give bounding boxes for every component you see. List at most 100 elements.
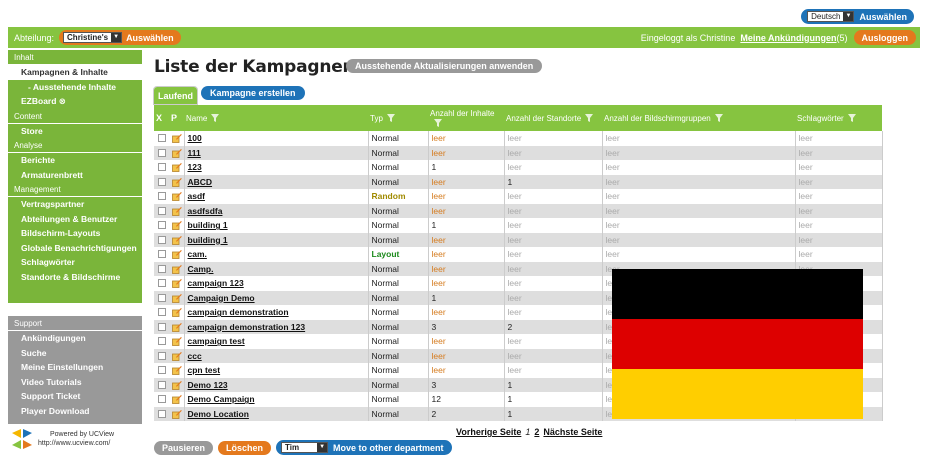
apply-pending-updates-button[interactable]: Ausstehende Aktualisierungen anwenden (346, 59, 543, 73)
col-header-contents[interactable]: Anzahl der Inhalte (428, 105, 504, 131)
edit-icon[interactable] (172, 365, 182, 376)
language-select[interactable]: Deutsch ▼ (807, 11, 855, 22)
edit-icon[interactable] (172, 220, 182, 231)
edit-icon[interactable] (172, 307, 182, 318)
logout-button[interactable]: Ausloggen (853, 30, 916, 45)
filter-icon[interactable] (585, 114, 594, 123)
campaign-name-link[interactable]: campaign demonstration (188, 307, 289, 317)
col-header-type[interactable]: Typ (368, 105, 428, 131)
delete-checkbox[interactable] (157, 221, 166, 230)
sidebar-item-store[interactable]: Store (8, 124, 142, 139)
delete-checkbox[interactable] (157, 279, 166, 288)
edit-icon[interactable] (172, 162, 182, 173)
col-header-name[interactable]: Name (184, 105, 368, 131)
prev-page-link[interactable]: Vorherige Seite (456, 427, 521, 437)
delete-checkbox[interactable] (157, 134, 166, 143)
delete-checkbox[interactable] (157, 380, 166, 389)
delete-checkbox[interactable] (157, 192, 166, 201)
edit-icon[interactable] (172, 351, 182, 361)
department-apply-button[interactable]: Auswählen (126, 33, 174, 43)
campaign-name-link[interactable]: Campaign Demo (188, 293, 255, 303)
language-apply-button[interactable]: Auswählen (859, 12, 907, 22)
page-2-link[interactable]: 2 (534, 427, 539, 437)
edit-icon[interactable] (172, 278, 182, 289)
campaign-name-link[interactable]: campaign test (188, 336, 245, 346)
campaign-name-link[interactable]: building 1 (188, 235, 228, 245)
campaign-name-link[interactable]: asdf (188, 191, 205, 201)
campaign-name-link[interactable]: cpn test (188, 365, 221, 375)
edit-icon[interactable] (172, 206, 182, 216)
edit-icon[interactable] (172, 322, 182, 332)
pause-button[interactable]: Pausieren (154, 440, 214, 455)
campaign-name-link[interactable]: ABCD (188, 177, 213, 187)
delete-checkbox[interactable] (157, 308, 166, 317)
campaign-name-link[interactable]: building 1 (188, 220, 228, 230)
delete-checkbox[interactable] (157, 293, 166, 302)
campaign-name-link[interactable]: Demo Location (188, 409, 249, 419)
support-item-announcements[interactable]: Ankündigungen (8, 331, 142, 346)
support-item-player-download[interactable]: Player Download (8, 404, 142, 419)
create-campaign-button[interactable]: Kampagne erstellen (201, 86, 305, 100)
campaign-name-link[interactable]: asdfsdfa (188, 206, 223, 216)
campaign-name-link[interactable]: 111 (188, 148, 201, 158)
edit-icon[interactable] (172, 235, 182, 245)
filter-icon[interactable] (847, 114, 856, 123)
campaign-name-link[interactable]: Demo Campaign (188, 394, 255, 404)
move-department-button[interactable]: Move to other department (333, 443, 444, 453)
delete-checkbox[interactable] (157, 366, 166, 375)
sidebar-item-reports[interactable]: Berichte (8, 153, 142, 168)
campaign-name-link[interactable]: campaign demonstration 123 (188, 322, 306, 332)
edit-icon[interactable] (172, 249, 182, 260)
sidebar-item-pending[interactable]: - Ausstehende Inhalte (8, 80, 142, 95)
campaign-name-link[interactable]: cam. (188, 249, 207, 259)
move-department-select[interactable]: Tim ▼ (281, 442, 329, 453)
campaign-name-link[interactable]: 100 (188, 133, 202, 143)
col-header-screen-groups[interactable]: Anzahl der Bildschirmgruppen (602, 105, 795, 131)
delete-button[interactable]: Löschen (218, 440, 272, 455)
col-header-locations[interactable]: Anzahl der Standorte (504, 105, 602, 131)
delete-checkbox[interactable] (157, 409, 166, 418)
sidebar-item-campaigns[interactable]: Kampagnen & Inhalte (8, 65, 142, 80)
delete-checkbox[interactable] (157, 264, 166, 273)
edit-icon[interactable] (172, 394, 182, 405)
delete-checkbox[interactable] (157, 235, 166, 244)
delete-checkbox[interactable] (157, 322, 166, 331)
col-header-tags[interactable]: Schlagwörter (795, 105, 882, 131)
campaign-name-link[interactable]: 123 (188, 162, 202, 172)
delete-checkbox[interactable] (157, 206, 166, 215)
sidebar-item-notifications[interactable]: Globale Benachrichtigungen (8, 241, 142, 256)
delete-checkbox[interactable] (157, 395, 166, 404)
sidebar-item-partners[interactable]: Vertragspartner (8, 197, 142, 212)
campaign-name-link[interactable]: Camp. (188, 264, 214, 274)
support-item-settings[interactable]: Meine Einstellungen (8, 360, 142, 375)
support-item-search[interactable]: Suche (8, 346, 142, 361)
filter-icon[interactable] (386, 114, 395, 123)
filter-icon[interactable] (434, 118, 442, 127)
campaign-name-link[interactable]: Demo 123 (188, 380, 228, 390)
delete-checkbox[interactable] (157, 351, 166, 360)
sidebar-item-departments[interactable]: Abteilungen & Benutzer (8, 212, 142, 227)
delete-checkbox[interactable] (157, 177, 166, 186)
delete-checkbox[interactable] (157, 148, 166, 157)
sidebar-item-dashboard[interactable]: Armaturenbrett (8, 168, 142, 183)
edit-icon[interactable] (172, 293, 182, 303)
sidebar-item-tags[interactable]: Schlagwörter (8, 255, 142, 270)
delete-checkbox[interactable] (157, 337, 166, 346)
support-item-videos[interactable]: Video Tutorials (8, 375, 142, 390)
delete-checkbox[interactable] (157, 250, 166, 259)
support-item-ticket[interactable]: Support Ticket (8, 389, 142, 404)
tab-running[interactable]: Laufend (153, 86, 198, 105)
filter-icon[interactable] (714, 114, 723, 123)
delete-checkbox[interactable] (157, 163, 166, 172)
edit-icon[interactable] (172, 336, 182, 347)
announcements-link[interactable]: Meine Ankündigungen (740, 33, 836, 43)
edit-icon[interactable] (172, 264, 182, 274)
campaign-name-link[interactable]: campaign 123 (188, 278, 244, 288)
next-page-link[interactable]: Nächste Seite (543, 427, 602, 437)
edit-icon[interactable] (172, 177, 182, 187)
edit-icon[interactable] (172, 191, 182, 202)
department-select[interactable]: Christine's ▼ (63, 32, 123, 43)
edit-icon[interactable] (172, 380, 182, 390)
edit-icon[interactable] (172, 409, 182, 419)
sidebar-item-ezboard[interactable]: EZBoard ⊗ (8, 94, 142, 109)
